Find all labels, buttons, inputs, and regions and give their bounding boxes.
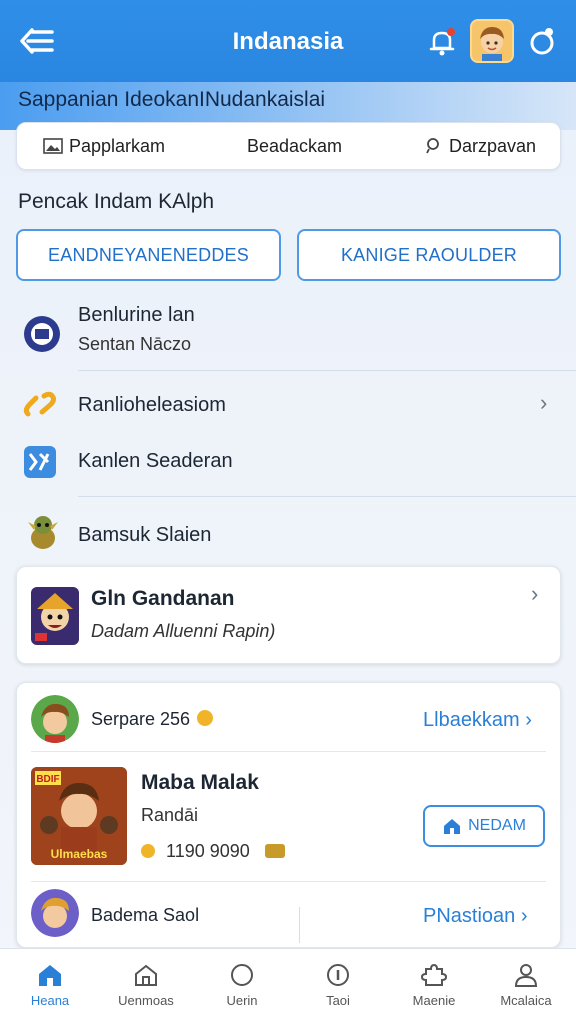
- nav-maenie[interactable]: Maenie: [386, 949, 482, 1024]
- profile-icon[interactable]: [525, 24, 559, 58]
- divider: [31, 881, 546, 882]
- home-icon: [39, 965, 61, 986]
- avatar: [31, 889, 79, 937]
- tab-label: Darzpavan: [449, 135, 537, 156]
- nav-label: Mcalaica: [500, 993, 552, 1008]
- tab-label: Papplarkam: [69, 135, 166, 156]
- row-link-text: Llbaekkam: [423, 709, 520, 731]
- list-item[interactable]: Kanlen Seaderan: [0, 436, 576, 492]
- thumbnail-badge: BDIF: [36, 774, 59, 785]
- row-label-text: Serpare 256: [91, 709, 191, 729]
- list-item[interactable]: Ranlioheleasiom ›: [0, 376, 576, 432]
- coin-icon: [141, 844, 155, 858]
- card-subtitle: Dadam Alluenni Rapin): [91, 621, 276, 641]
- get-button-label: NEDAM: [468, 817, 526, 834]
- badge-icon: [22, 314, 62, 359]
- tab-darzpavan[interactable]: Darzpavan: [425, 123, 536, 169]
- list-item[interactable]: Bamsuk Slaien: [0, 504, 576, 560]
- row-link-text: PNastioan: [423, 905, 516, 927]
- app-tile-icon: [22, 444, 58, 485]
- ticket-icon: [264, 844, 285, 858]
- nav-label: Heana: [30, 993, 70, 1008]
- list-item-title: Ranlioheleasiom: [78, 394, 226, 416]
- home-icon: [444, 819, 461, 834]
- nav-label: Maenie: [412, 993, 456, 1008]
- divider: [78, 496, 576, 497]
- image-icon: [43, 138, 63, 154]
- user-avatar[interactable]: [470, 19, 514, 63]
- bottom-navigation: Heana Uenmoas Uerin Taoi Maenie Mcalaica: [0, 948, 576, 1024]
- row-link[interactable]: PNastioan ›: [423, 905, 528, 928]
- coin-icon: [197, 710, 214, 726]
- chevron-right-icon: ›: [525, 709, 532, 731]
- subheader-title: Sappanian IdeokanINudankaislai: [18, 88, 326, 111]
- nav-mcalaica[interactable]: Mcalaica: [478, 949, 574, 1024]
- nav-label: Uerin: [226, 993, 258, 1008]
- game-stat-value: 1190 9090: [166, 841, 250, 861]
- game-card[interactable]: Gln Gandanan Dadam Alluenni Rapin) ›: [16, 566, 561, 664]
- list-item-title: Benlurine lan: [78, 304, 195, 326]
- row-label: Serpare 256: [91, 709, 214, 730]
- featured-list-card: Serpare 256 Llbaekkam › BDIF Ulmaebas Ma…: [16, 682, 561, 948]
- character-icon: [22, 510, 64, 557]
- divider: [78, 370, 576, 371]
- game-thumbnail: [31, 587, 79, 645]
- house-outline-icon: [135, 964, 157, 986]
- game-thumbnail[interactable]: BDIF Ulmaebas: [31, 767, 127, 865]
- info-icon: [327, 964, 349, 986]
- nav-uerin[interactable]: Uerin: [194, 949, 290, 1024]
- person-icon: [514, 964, 538, 987]
- chevron-right-icon: ›: [531, 581, 539, 606]
- circle-icon: [231, 964, 253, 986]
- search-icon: [426, 138, 439, 154]
- segmented-tabs: Papplarkam Beadackam Darzpavan: [16, 122, 561, 170]
- divider: [299, 907, 300, 943]
- chevron-right-icon: ›: [540, 390, 548, 415]
- primary-option-button[interactable]: EANDNEYANENEDDES: [16, 229, 281, 281]
- link-icon: [22, 388, 58, 427]
- puzzle-icon: [420, 963, 448, 986]
- tab-beadackam[interactable]: Beadackam: [247, 123, 342, 169]
- card-title: Gln Gandanan: [91, 587, 235, 610]
- nav-home[interactable]: Heana: [2, 949, 98, 1024]
- divider: [31, 751, 546, 752]
- list-item[interactable]: Benlurine lan Sentan Nāczo: [0, 300, 576, 370]
- section-title: Pencak Indam KAlph: [18, 190, 215, 213]
- chevron-right-icon: ›: [520, 905, 528, 927]
- secondary-option-button[interactable]: KANIGE RAOULDER: [297, 229, 561, 281]
- list-item-title: Bamsuk Slaien: [78, 524, 212, 546]
- game-title: Maba Malak: [141, 771, 259, 794]
- row-label: Badema Saol: [91, 905, 200, 925]
- list-item-title: Kanlen Seaderan: [78, 450, 233, 472]
- avatar: [31, 695, 79, 743]
- tab-papplarkam[interactable]: Papplarkam: [43, 123, 165, 169]
- game-subtitle: Randāi: [141, 805, 199, 825]
- row-link[interactable]: Llbaekkam ›: [423, 709, 532, 732]
- nav-label: Uenmoas: [118, 993, 174, 1008]
- notification-bell-icon[interactable]: [426, 26, 458, 58]
- nav-taoi[interactable]: Taoi: [290, 949, 386, 1024]
- list-item-subtitle: Sentan Nāczo: [78, 334, 192, 354]
- nav-label: Taoi: [326, 993, 350, 1008]
- thumbnail-caption: Ulmaebas: [51, 847, 108, 861]
- get-button[interactable]: NEDAM: [423, 805, 545, 847]
- nav-uenmoas[interactable]: Uenmoas: [98, 949, 194, 1024]
- tab-label: Beadackam: [247, 135, 343, 156]
- game-stat: 1190 9090: [141, 841, 285, 862]
